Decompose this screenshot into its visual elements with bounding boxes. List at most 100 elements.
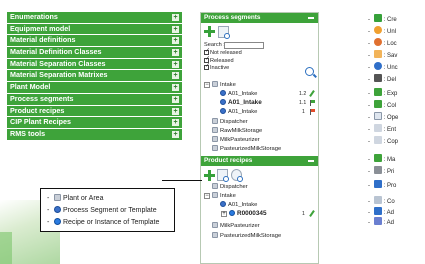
- filter-inactive[interactable]: Inactive: [201, 63, 318, 73]
- right-legend-item: - : Del: [368, 74, 396, 83]
- menu-item-label: Material definitions: [10, 35, 76, 45]
- add-icon[interactable]: [204, 170, 215, 181]
- main-menu: Enumerations + Equipment model + Material …: [7, 12, 182, 141]
- right-legend-label: : Sav: [383, 53, 398, 59]
- expand-icon[interactable]: +: [172, 14, 179, 21]
- recipe-icon: [229, 210, 235, 216]
- minimize-icon[interactable]: [308, 160, 314, 162]
- expand-icon[interactable]: +: [172, 37, 179, 45]
- node-label: R0000345: [237, 210, 267, 217]
- filter-not-released[interactable]: Not released: [201, 48, 318, 58]
- right-legend-label: : Unc: [383, 65, 398, 71]
- tree-node-milkpasteurizer[interactable]: MilkPasteurizer: [212, 136, 260, 144]
- legend-row-segment: - Process Segment or Template: [47, 206, 157, 216]
- menu-item-rms-tools[interactable]: RMS tools +: [7, 128, 182, 141]
- tree-node-pasteurizedmilkstorage[interactable]: PasteurizedMilkStorage: [212, 145, 281, 153]
- checkbox[interactable]: [204, 48, 210, 56]
- menu-item-material-definition-classes[interactable]: Material Definition Classes +: [7, 47, 182, 59]
- add-icon[interactable]: [204, 26, 215, 37]
- right-legend-label: : Ad: [383, 220, 395, 226]
- right-legend-label: : Cop: [383, 139, 399, 145]
- undo-icon: [373, 62, 382, 70]
- expand-icon[interactable]: +: [172, 107, 179, 115]
- process-segments-header: Process segments: [201, 13, 318, 23]
- tree-node-r0000345[interactable]: R0000345: [229, 210, 267, 218]
- find-document-icon[interactable]: [217, 169, 229, 182]
- tree-node-intake[interactable]: Intake: [212, 81, 236, 89]
- menu-item-equipment-model[interactable]: Equipment model +: [7, 23, 182, 36]
- expand-icon[interactable]: +: [172, 84, 179, 92]
- node-label: Dispatcher: [220, 184, 248, 190]
- search-input[interactable]: [224, 42, 264, 49]
- tree-node-pasteurizedmilkstorage[interactable]: PasteurizedMilkStorage: [212, 232, 281, 240]
- decorative-green-bar: [0, 232, 12, 264]
- node-label: Intake: [220, 193, 236, 199]
- expand-toggle[interactable]: +: [221, 211, 227, 217]
- plant-icon: [212, 81, 218, 87]
- tree-node-dispatcher[interactable]: Dispatcher: [212, 183, 248, 191]
- menu-item-label: Material Definition Classes: [10, 47, 102, 57]
- search-row: Search :: [201, 41, 318, 50]
- process-segments-toolbar: [201, 23, 318, 41]
- panel-title: Process segments: [204, 14, 261, 21]
- expand-icon[interactable]: +: [172, 72, 179, 80]
- tree-node-a01-intake-selected[interactable]: A01_Intake: [220, 99, 262, 107]
- plant-icon: [212, 118, 218, 124]
- menu-item-material-separation-matrixes[interactable]: Material Separation Matrixes +: [7, 70, 182, 83]
- node-label: MilkPasteurizer: [220, 137, 260, 143]
- expand-icon[interactable]: +: [172, 60, 179, 68]
- filter-released[interactable]: Released: [201, 56, 318, 66]
- collapse-toggle[interactable]: −: [204, 82, 210, 88]
- legend-dash: -: [47, 207, 50, 214]
- tree-node-milkpasteurizer[interactable]: MilkPasteurizer: [212, 222, 260, 230]
- menu-item-product-recipes[interactable]: Product recipes +: [7, 105, 182, 118]
- checkbox[interactable]: [204, 56, 210, 63]
- right-legend-item: - : Ent: [368, 124, 396, 133]
- menu-item-material-separation-classes[interactable]: Material Separation Classes +: [7, 58, 182, 71]
- tree-node-rawmilkstorage[interactable]: RawMilkStorage: [212, 127, 262, 135]
- checkbox[interactable]: [204, 63, 210, 71]
- menu-item-enumerations[interactable]: Enumerations +: [7, 12, 182, 24]
- menu-item-cip-plant-recipes[interactable]: CIP Plant Recipes +: [7, 117, 182, 129]
- node-label: Dispatcher: [220, 119, 248, 125]
- right-legend-item: - : Col: [368, 100, 396, 109]
- menu-item-material-definitions[interactable]: Material definitions +: [7, 35, 182, 48]
- find-document-icon[interactable]: [218, 26, 230, 39]
- filter-label: Released: [210, 57, 234, 64]
- properties-icon: [373, 180, 382, 188]
- version-label: 1.2: [299, 91, 307, 97]
- right-legend-label: : Unl: [383, 29, 397, 35]
- tree-node-a01-intake[interactable]: A01_Intake: [220, 90, 257, 98]
- right-legend-item: - : Cop: [368, 136, 398, 145]
- right-legend-item: - : Loc: [368, 38, 397, 47]
- version-label: 1: [302, 211, 305, 217]
- right-legend-label: : Col: [383, 103, 397, 109]
- tree-node-a01-intake[interactable]: A01_Intake: [220, 108, 257, 116]
- version-label: 1: [302, 109, 305, 115]
- tree-node-dispatcher[interactable]: Dispatcher: [212, 118, 248, 126]
- search-icon[interactable]: [305, 67, 314, 76]
- expand-icon[interactable]: +: [172, 49, 179, 57]
- expand-icon[interactable]: +: [172, 130, 179, 138]
- menu-item-process-segments[interactable]: Process segments +: [7, 93, 182, 106]
- right-legend-label: : Del: [383, 77, 397, 83]
- unlock-icon: [373, 26, 382, 34]
- minimize-icon[interactable]: [308, 17, 314, 19]
- tree-panel: Process segments Search : Not released R…: [200, 12, 319, 264]
- expand-icon[interactable]: +: [172, 25, 179, 33]
- right-legend-label: : Ma: [383, 157, 396, 163]
- tree-node-a01-intake[interactable]: A01_Intake: [220, 201, 257, 209]
- add-item-icon: [373, 207, 382, 215]
- right-legend-label: : Ope: [383, 115, 399, 121]
- plant-icon: [212, 145, 218, 151]
- red-flag-icon: [310, 109, 315, 115]
- delete-icon: [373, 74, 382, 82]
- search-icon[interactable]: [231, 169, 243, 182]
- menu-item-plant-model[interactable]: Plant Model +: [7, 82, 182, 94]
- collapse-toggle[interactable]: −: [204, 193, 210, 199]
- expand-icon[interactable]: +: [172, 95, 179, 103]
- tree-node-intake[interactable]: Intake: [212, 192, 236, 200]
- menu-item-label: Equipment model: [10, 23, 71, 33]
- right-legend-item: - : Co: [368, 196, 395, 205]
- expand-icon[interactable]: +: [172, 119, 179, 127]
